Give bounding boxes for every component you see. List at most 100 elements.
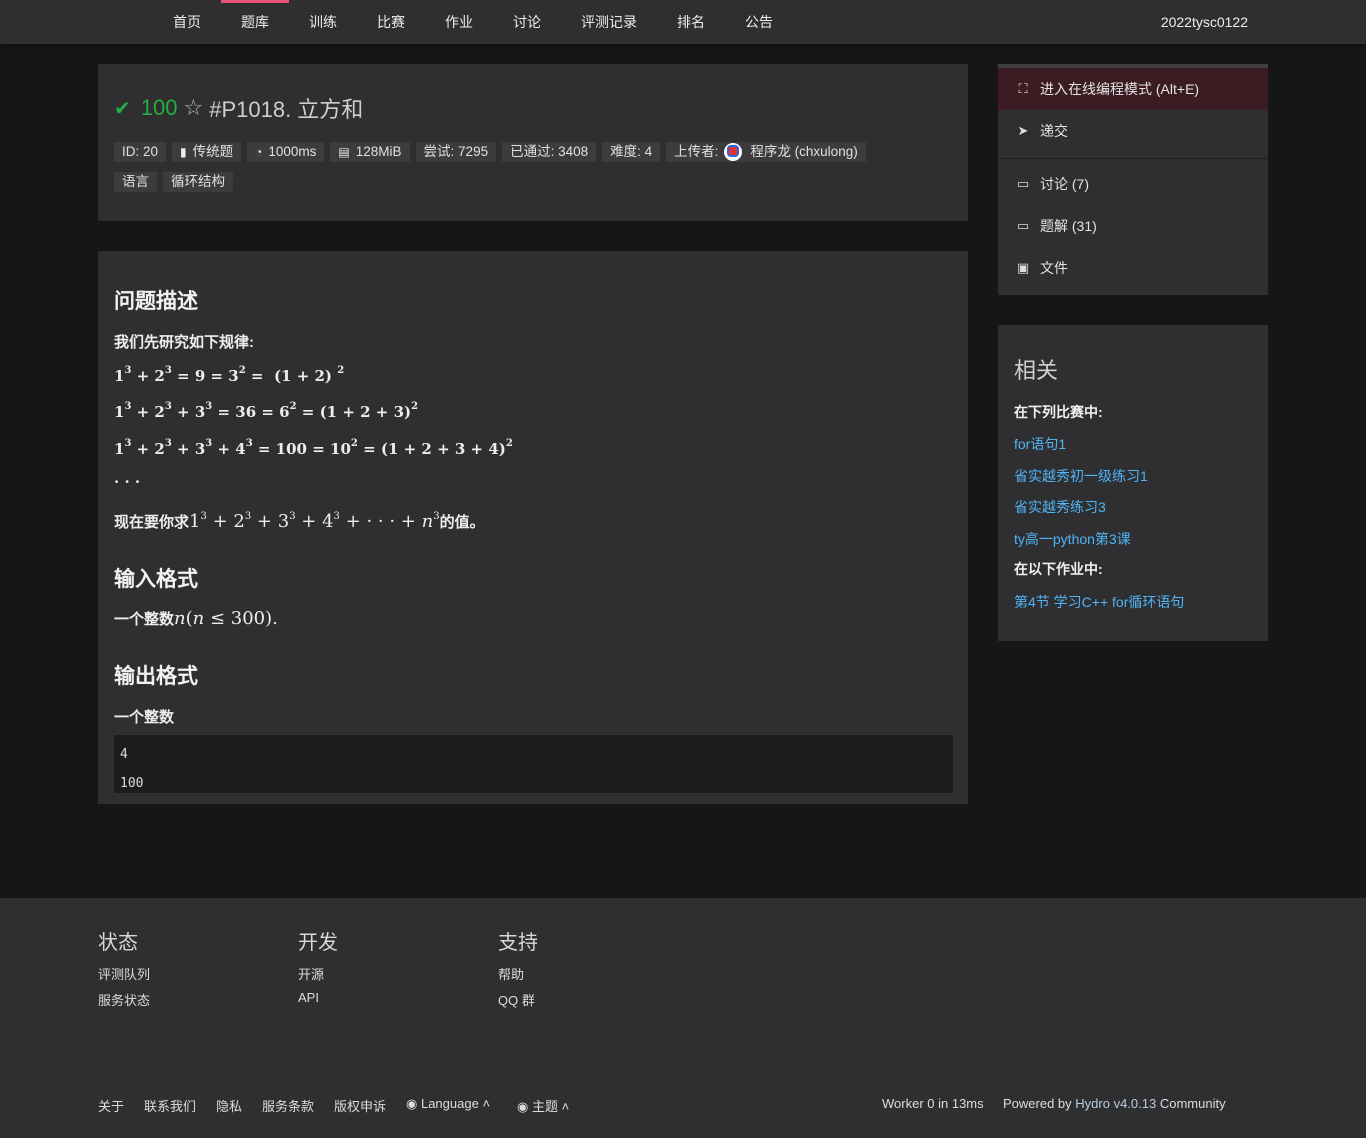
- footer-copyright-link[interactable]: 版权申诉: [334, 1096, 386, 1115]
- problem-content: 问题描述 我们先研究如下规律: 13 + 23 = 9 = 32 = (1 + …: [98, 251, 968, 804]
- formula-2: 13 + 23 + 33 = 36 = 62 = (1 + 2 + 3)2: [114, 401, 419, 421]
- language-dropdown[interactable]: ◉ Language ˄: [406, 1096, 490, 1112]
- footer-contact-link[interactable]: 联系我们: [144, 1096, 196, 1115]
- meta-passed: 已通过: 3408: [502, 142, 597, 162]
- theme-dropdown[interactable]: ◉ 主题 ˄: [517, 1096, 569, 1115]
- nav-homework[interactable]: 作业: [438, 0, 480, 44]
- meta-difficulty: 难度: 4: [602, 142, 661, 162]
- problem-title: #P1018. 立方和: [209, 97, 364, 122]
- desc-ask: 现在要你求13 + 23 + 33 + 43 + · · · + n3的值。: [114, 511, 485, 532]
- uploader-link[interactable]: 程序龙 (chxulong): [750, 142, 857, 162]
- worker-info: Worker 0 in 13ms: [882, 1096, 984, 1111]
- footer-api-link[interactable]: API: [298, 990, 319, 1005]
- contest-link[interactable]: 省实越秀初一级练习1: [1014, 466, 1148, 486]
- tag-language[interactable]: 语言: [114, 172, 157, 192]
- meta-difficulty-text: 难度: 4: [610, 144, 653, 159]
- divider: [998, 158, 1268, 159]
- footer-about-link[interactable]: 关于: [98, 1096, 124, 1115]
- meta-time-text: 1000ms: [268, 144, 317, 159]
- uploader-label: 上传者:: [674, 144, 719, 159]
- meta-tried-text: 尝试: 7295: [423, 144, 489, 159]
- problem-header: ✔ 100 ☆ #P1018. 立方和 ID: 20 ▮ 传统题 ◔ 1000ms …: [98, 64, 968, 221]
- sample-line: 100: [120, 776, 144, 791]
- stopwatch-icon: ◔: [255, 145, 263, 159]
- submit-button[interactable]: ➤ 递交: [998, 110, 1268, 152]
- meta-passed-text: 已通过: 3408: [510, 144, 589, 159]
- homework-link[interactable]: 第4节 学习C++ for循环语句: [1014, 592, 1184, 612]
- footer: 状态 评测队列 服务状态 开发 开源 API 支持 帮助 QQ 群 关于 联系我…: [0, 898, 1366, 1138]
- discuss-link[interactable]: ▭ 讨论 (7): [998, 163, 1268, 205]
- ask-prefix: 现在要你求: [114, 514, 190, 531]
- document-icon: ▮: [180, 145, 187, 159]
- meta-type-text: 传统题: [192, 144, 234, 159]
- nav-problems[interactable]: 题库: [221, 0, 289, 44]
- discuss-label: 讨论 (7): [1040, 176, 1089, 192]
- formula-1: 13 + 23 = 9 = 32 = (1 + 2) 2: [114, 365, 345, 385]
- comment-icon: ▭: [1016, 176, 1030, 191]
- meta-tried: 尝试: 7295: [415, 142, 497, 162]
- desc-intro: 我们先研究如下规律:: [114, 334, 254, 351]
- input-text: 一个整数n(n ≤ 300).: [114, 608, 278, 629]
- user-menu[interactable]: 2022tysc0122: [1161, 0, 1248, 44]
- online-ide-label: 进入在线编程模式 (Alt+E): [1040, 81, 1200, 97]
- output-text: 一个整数: [114, 709, 175, 726]
- problem-score: 100: [140, 95, 178, 120]
- avatar[interactable]: [724, 143, 743, 161]
- files-label: 文件: [1040, 260, 1068, 276]
- top-nav: 首页 题库 训练 比赛 作业 讨论 评测记录 排名 公告 2022tysc012…: [0, 0, 1366, 44]
- send-icon: ➤: [1017, 123, 1029, 138]
- footer-opensource-link[interactable]: 开源: [298, 964, 324, 983]
- tag-loop[interactable]: 循环结构: [163, 172, 233, 192]
- nav-contest[interactable]: 比赛: [370, 0, 412, 44]
- hydro-link[interactable]: Hydro v4.0.13: [1075, 1096, 1156, 1111]
- online-ide-button[interactable]: ⛶ 进入在线编程模式 (Alt+E): [998, 64, 1268, 110]
- globe-icon: ◉: [517, 1099, 529, 1114]
- expand-icon: ⛶: [1018, 81, 1028, 96]
- solutions-link[interactable]: ▭ 题解 (31): [998, 205, 1268, 247]
- meta-uploader: 上传者: 程序龙 (chxulong): [666, 142, 866, 162]
- footer-privacy-link[interactable]: 隐私: [216, 1096, 242, 1115]
- problem-title-row: ✔ 100 ☆ #P1018. 立方和: [114, 92, 363, 124]
- powered-prefix: Powered by: [1003, 1096, 1072, 1111]
- solutions-label: 题解 (31): [1040, 218, 1097, 234]
- globe-icon: ◉: [406, 1096, 418, 1111]
- nav-training[interactable]: 训练: [302, 0, 344, 44]
- footer-terms-link[interactable]: 服务条款: [262, 1096, 314, 1115]
- files-link[interactable]: ▣ 文件: [998, 247, 1268, 289]
- theme-label: 主题: [531, 1099, 558, 1114]
- input-formula: n(n ≤ 300).: [174, 608, 278, 629]
- footer-help-link[interactable]: 帮助: [498, 964, 524, 983]
- powered-by: Powered by Hydro v4.0.13 Community: [1003, 1096, 1226, 1111]
- problem-meta: ID: 20 ▮ 传统题 ◔ 1000ms ▤ 128MiB 尝试: 7295 已通过…: [114, 142, 866, 162]
- meta-id-text: ID: 20: [122, 144, 159, 159]
- contest-link[interactable]: for语句1: [1014, 434, 1066, 454]
- desc-heading: 问题描述: [114, 290, 198, 313]
- nav-records[interactable]: 评测记录: [574, 0, 644, 44]
- contest-link[interactable]: ty高一python第3课: [1014, 529, 1131, 549]
- input-text-label: 一个整数: [114, 611, 175, 628]
- nav-discuss[interactable]: 讨论: [506, 0, 548, 44]
- related-panel: 相关 在下列比赛中: for语句1 省实越秀初一级练习1 省实越秀练习3 ty高…: [998, 325, 1268, 641]
- related-title: 相关: [1014, 358, 1059, 383]
- sample-code-block: 4 100: [114, 735, 953, 793]
- star-icon[interactable]: ☆: [183, 95, 203, 121]
- footer-qq-link[interactable]: QQ 群: [498, 990, 535, 1009]
- formula-3: 13 + 23 + 33 + 43 = 100 = 102 = (1 + 2 +…: [114, 438, 513, 458]
- output-heading: 输出格式: [114, 665, 198, 688]
- homework-heading: 在以下作业中:: [1014, 561, 1103, 577]
- meta-memory-text: 128MiB: [355, 144, 402, 159]
- chevron-up-icon: ˄: [482, 1096, 491, 1111]
- memory-icon: ▤: [338, 145, 350, 159]
- sidebar-actions: ⛶ 进入在线编程模式 (Alt+E) ➤ 递交 ▭ 讨论 (7) ▭ 题解 (3…: [998, 64, 1268, 295]
- nav-ranking[interactable]: 排名: [670, 0, 712, 44]
- nav-announcement[interactable]: 公告: [738, 0, 780, 44]
- meta-time: ◔ 1000ms: [247, 142, 325, 162]
- contest-link[interactable]: 省实越秀练习3: [1014, 497, 1106, 517]
- footer-service-status-link[interactable]: 服务状态: [98, 990, 150, 1009]
- footer-dev-title: 开发: [298, 932, 338, 954]
- footer-support-title: 支持: [498, 932, 538, 954]
- nav-home[interactable]: 首页: [166, 0, 208, 44]
- comment-icon: ▭: [1016, 218, 1030, 233]
- footer-judge-queue-link[interactable]: 评测队列: [98, 964, 150, 983]
- language-label: Language: [420, 1096, 479, 1111]
